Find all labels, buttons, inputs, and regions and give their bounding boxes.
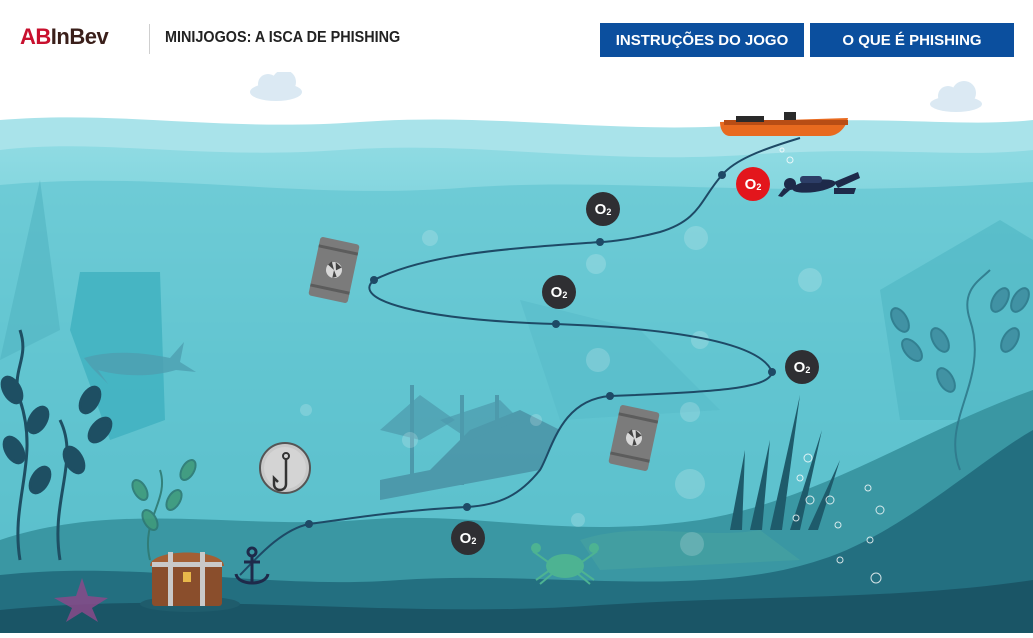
game-scene	[0, 0, 1033, 634]
oxygen-marker[interactable]: O2	[785, 350, 819, 384]
oxygen-marker[interactable]: O2	[451, 521, 485, 555]
oxygen-marker[interactable]: O2	[736, 167, 770, 201]
abinbev-logo[interactable]: ABInBev	[20, 24, 109, 50]
oxygen-marker[interactable]: O2	[542, 275, 576, 309]
hook-icon	[259, 442, 311, 494]
what-is-phishing-button[interactable]: O QUE É PHISHING	[810, 23, 1014, 57]
header: ABInBev MINIJOGOS: A ISCA DE PHISHING IN…	[0, 0, 1033, 72]
oxygen-marker[interactable]: O2	[586, 192, 620, 226]
page-title: MINIJOGOS: A ISCA DE PHISHING	[165, 29, 401, 46]
instructions-button[interactable]: INSTRUÇÕES DO JOGO	[600, 23, 804, 57]
header-divider	[149, 24, 150, 54]
